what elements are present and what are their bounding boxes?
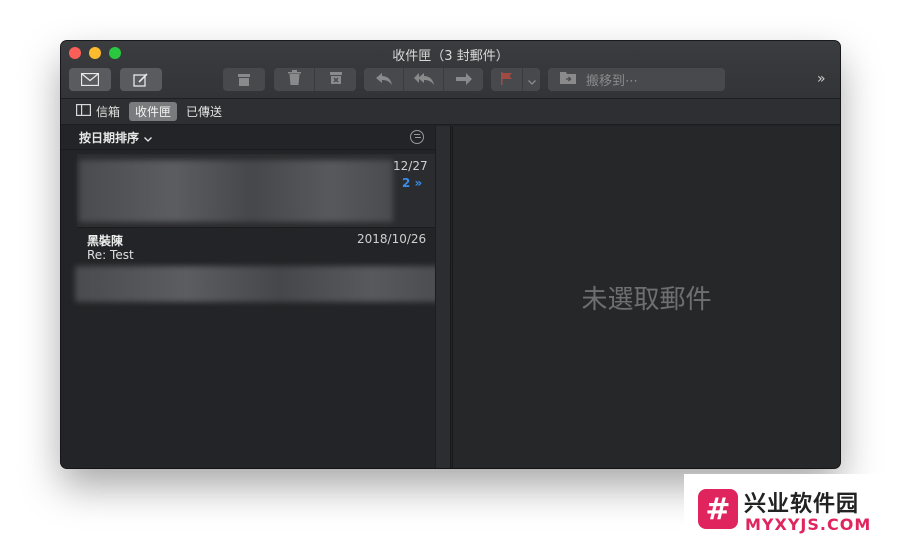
toolbar-overflow-button[interactable]: » [817,71,826,87]
compose-icon [133,72,149,88]
message-date: 12/27 [393,159,428,173]
message-sender: 黑裝陳 [87,234,124,248]
message-viewer: 未選取郵件 [452,126,840,468]
watermark: # 兴业软件园 MYXYJS.COM [684,474,900,548]
get-mail-button[interactable] [69,68,111,91]
favorites-inbox-label: 收件匣 [135,105,172,119]
chevron-down-icon [527,70,536,89]
sort-button[interactable]: 按日期排序 [79,129,152,146]
favorites-inbox[interactable]: 收件匣 [129,102,178,121]
favorites-mailboxes-label: 信箱 [96,105,121,119]
hash-logo-icon: # [698,489,738,529]
mail-window: 收件匣（3 封郵件） 搬移到⋯ » 信箱 收件匣 已傳送 按日期排序 12/27… [61,41,840,468]
thread-count: 2 » [402,176,423,190]
trash-icon [287,70,301,89]
list-item[interactable]: 12/27 2 » [77,154,435,228]
sort-bar: 按日期排序 [61,126,435,150]
sidebar-icon [76,104,92,119]
message-list: 按日期排序 12/27 2 » 黑裝陳 2018/10/26 Re: Test [61,126,447,468]
message-date: 2018/10/26 [357,232,427,246]
flag-button[interactable] [491,68,523,91]
reply-icon [375,70,392,89]
favorites-sent-label: 已傳送 [186,105,223,119]
forward-button[interactable] [444,68,483,91]
junk-icon [329,70,343,89]
archive-button[interactable] [223,68,265,91]
window-title: 收件匣（3 封郵件） [392,49,509,64]
compose-button[interactable] [120,68,162,91]
favorites-mailboxes[interactable]: 信箱 [76,103,120,120]
envelope-icon [81,73,99,86]
archive-icon [237,73,251,87]
message-subject: Re: Test [87,248,134,262]
flag-icon [500,70,513,89]
move-folder-icon [560,71,576,88]
reply-group [364,68,483,91]
flag-menu-button[interactable] [523,68,540,91]
sort-label: 按日期排序 [79,131,140,145]
filter-icon[interactable] [410,130,424,144]
no-message-selected: 未選取郵件 [581,285,712,315]
forward-icon [455,70,472,89]
delete-junk-group [274,68,356,91]
watermark-name: 兴业软件园 [744,492,860,517]
favorites-bar: 信箱 收件匣 已傳送 [61,99,840,125]
flag-group [491,68,540,91]
junk-button[interactable] [315,68,356,91]
delete-button[interactable] [274,68,315,91]
title-bar: 收件匣（3 封郵件） 搬移到⋯ » [61,41,840,99]
move-to-button[interactable]: 搬移到⋯ [548,68,725,91]
watermark-url: MYXYJS.COM [745,515,872,534]
chevron-down-icon [144,131,152,145]
thread-chevron-icon: » [414,176,423,190]
reply-all-button[interactable] [404,68,444,91]
reply-button[interactable] [364,68,404,91]
reply-all-icon [413,70,434,89]
move-to-label: 搬移到⋯ [586,74,639,89]
redacted-preview [75,266,447,302]
redacted-preview [79,160,393,222]
list-scrollbar[interactable] [435,126,451,468]
favorites-sent[interactable]: 已傳送 [186,103,222,120]
